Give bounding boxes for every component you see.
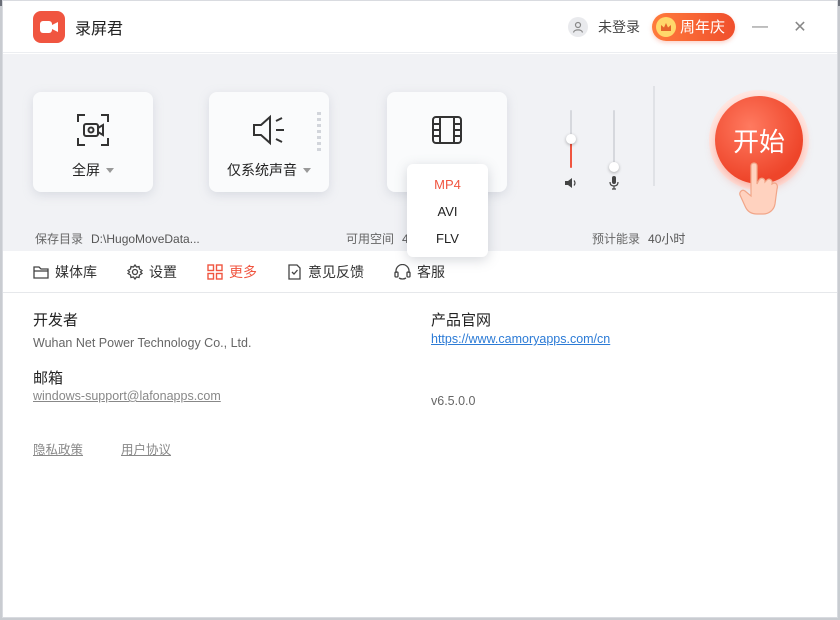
tab-more[interactable]: 更多	[207, 262, 257, 282]
pointing-hand-icon	[737, 162, 779, 216]
free-space-label: 可用空间	[346, 232, 395, 246]
audio-source-card[interactable]: 仅系统声音	[209, 92, 329, 192]
screen-mode-label: 全屏	[72, 162, 100, 178]
audio-level-indicator	[317, 112, 321, 154]
minimize-button[interactable]: —	[745, 12, 775, 42]
gear-icon	[127, 263, 143, 280]
crown-icon	[655, 16, 676, 37]
feedback-icon	[288, 263, 301, 280]
tab-media-library[interactable]: 媒体库	[33, 262, 97, 282]
estimated-time-info: 预计能录 40小时	[592, 230, 685, 247]
anniversary-label: 周年庆	[679, 19, 725, 36]
folder-icon	[33, 265, 49, 279]
headset-icon	[394, 263, 411, 280]
chevron-down-icon	[106, 167, 114, 173]
nav-tabs: 媒体库 设置 更多 意见反馈 客服	[3, 251, 837, 293]
developer-value: Wuhan Net Power Technology Co., Ltd.	[33, 336, 252, 350]
tab-feedback-label: 意见反馈	[308, 263, 364, 280]
version-text: v6.5.0.0	[431, 394, 476, 408]
est-record-label: 预计能录	[592, 232, 641, 246]
free-space-info: 可用空间 4	[346, 230, 409, 247]
email-heading: 邮箱	[33, 370, 64, 387]
start-label: 开始	[732, 126, 785, 157]
tab-feedback[interactable]: 意见反馈	[287, 262, 364, 282]
minimize-icon: —	[752, 17, 768, 35]
speaker-icon	[251, 112, 287, 148]
login-link[interactable]: 未登录	[598, 17, 640, 37]
tab-settings-label: 设置	[149, 263, 177, 280]
user-agreement-link[interactable]: 用户协议	[121, 439, 171, 458]
audio-source-dropdown[interactable]: 仅系统声音	[227, 160, 311, 180]
tab-media-library-label: 媒体库	[55, 263, 97, 280]
screen-mode-card[interactable]: 全屏	[33, 92, 153, 192]
screen-capture-icon	[76, 112, 110, 148]
tab-settings[interactable]: 设置	[127, 262, 177, 282]
film-icon	[431, 112, 463, 148]
email-link[interactable]: windows-support@lafonapps.com	[33, 389, 221, 403]
website-link[interactable]: https://www.camoryapps.com/cn	[431, 332, 610, 346]
title-right-group: 未登录 周年庆 — ✕	[567, 12, 815, 42]
est-record-value: 40小时	[648, 232, 686, 246]
close-button[interactable]: ✕	[785, 12, 815, 42]
website-heading: 产品官网	[431, 312, 492, 329]
grid-icon	[207, 263, 223, 280]
mic-volume-knob[interactable]	[609, 162, 619, 172]
save-dir-label: 保存目录	[35, 232, 84, 246]
app-logo-icon	[33, 10, 65, 43]
tab-customer-service[interactable]: 客服	[394, 262, 445, 282]
developer-heading: 开发者	[33, 312, 79, 329]
mic-volume-track	[613, 110, 615, 168]
speaker-small-icon	[564, 176, 578, 190]
tab-more-label: 更多	[229, 263, 257, 280]
privacy-policy-link[interactable]: 隐私政策	[33, 439, 83, 458]
system-volume-knob[interactable]	[566, 134, 576, 144]
anniversary-badge[interactable]: 周年庆	[651, 12, 735, 41]
microphone-icon	[607, 176, 621, 190]
close-icon: ✕	[793, 18, 807, 36]
screen-mode-dropdown[interactable]: 全屏	[72, 160, 114, 180]
user-avatar-icon[interactable]	[567, 16, 588, 37]
format-option-avi[interactable]: AVI	[407, 198, 488, 225]
audio-source-label: 仅系统声音	[227, 162, 297, 178]
format-dropdown-menu: MP4 AVI FLV	[407, 164, 488, 257]
title-bar: 录屏君 未登录 周年庆 — ✕	[3, 1, 837, 53]
format-option-flv[interactable]: FLV	[407, 225, 488, 252]
mic-volume-slider[interactable]	[609, 110, 619, 172]
app-window: 录屏君 未登录 周年庆 — ✕ 全屏 仅系统声音 开始 保存目录 D:\Hugo…	[2, 0, 838, 618]
system-volume-slider[interactable]	[566, 110, 576, 168]
save-dir-value[interactable]: D:\HugoMoveData...	[91, 232, 200, 246]
app-name: 录屏君	[75, 20, 124, 38]
chevron-down-icon	[303, 167, 311, 173]
format-option-mp4[interactable]: MP4	[407, 171, 488, 198]
controls-divider	[653, 86, 655, 186]
tab-customer-service-label: 客服	[417, 263, 445, 280]
save-directory-info: 保存目录 D:\HugoMoveData...	[35, 230, 200, 247]
